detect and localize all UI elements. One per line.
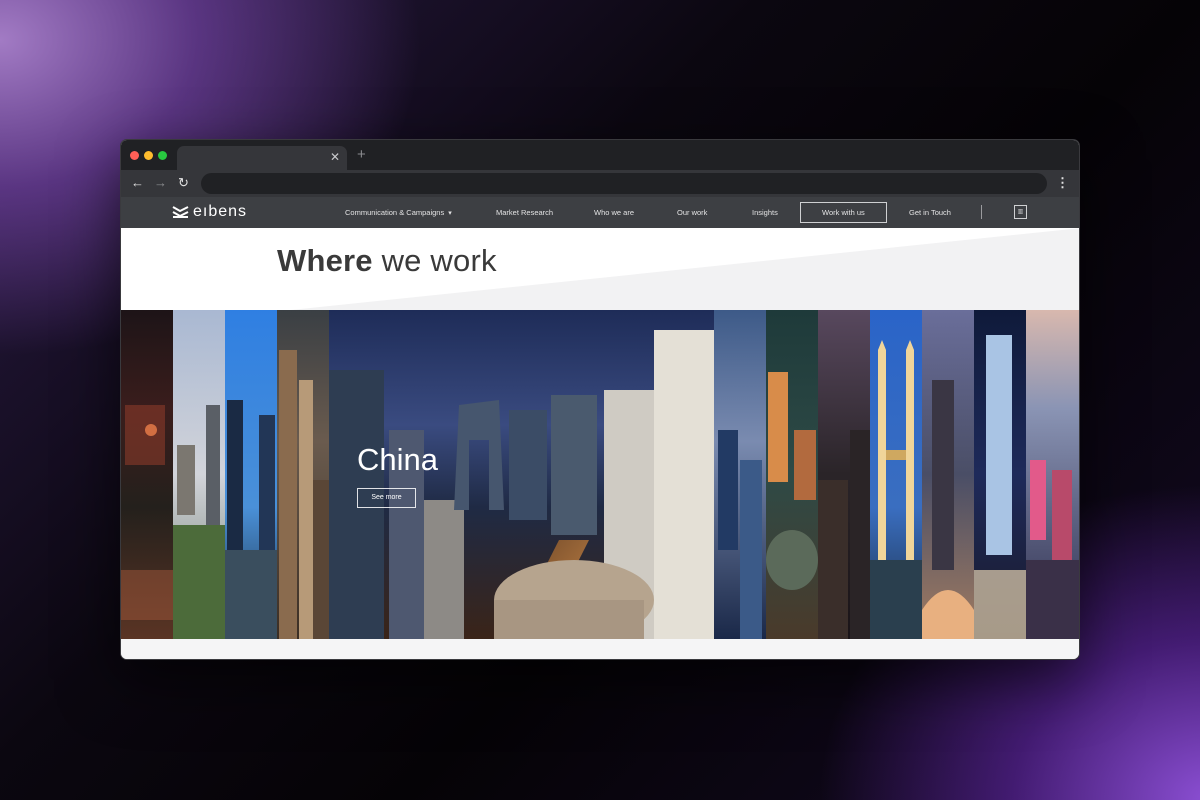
city-panel[interactable] — [173, 310, 225, 639]
cities-gallery: China See more — [121, 310, 1079, 639]
city-panel[interactable] — [1026, 310, 1079, 639]
back-arrow-icon[interactable]: ← — [131, 175, 144, 191]
address-bar[interactable] — [201, 173, 1047, 194]
featured-city-panel[interactable]: China See more — [329, 310, 714, 639]
nav-label: Communication & Campaigns — [345, 208, 445, 217]
tab-bar: ✕ + — [121, 140, 1079, 170]
browser-tab[interactable]: ✕ — [177, 146, 347, 170]
nav-communication-campaigns[interactable]: Communication & Campaigns ▾ — [345, 197, 452, 228]
forward-arrow-icon[interactable]: → — [154, 175, 167, 191]
book-icon[interactable]: ▥ — [1014, 205, 1027, 219]
site-header: eıbens Communication & Campaigns ▾ Marke… — [121, 197, 1079, 228]
site-logo[interactable]: eıbens — [172, 203, 247, 221]
nav-market-research[interactable]: Market Research — [496, 197, 553, 228]
featured-city-name: China — [357, 442, 438, 477]
nav-get-in-touch[interactable]: Get in Touch — [909, 197, 951, 228]
browser-window: ✕ + ← → ↻ ⋮ eıbens Communication & Campa… — [120, 139, 1080, 660]
city-panel[interactable] — [714, 310, 766, 639]
city-panel[interactable] — [922, 310, 974, 639]
logo-mark-icon — [172, 206, 189, 218]
close-window-button[interactable] — [130, 151, 139, 160]
page-footer-area — [121, 639, 1079, 659]
see-more-button[interactable]: See more — [357, 488, 416, 508]
maximize-window-button[interactable] — [158, 151, 167, 160]
city-panel[interactable] — [818, 310, 870, 639]
city-panel[interactable] — [225, 310, 277, 639]
minimize-window-button[interactable] — [144, 151, 153, 160]
nav-our-work[interactable]: Our work — [677, 197, 707, 228]
nav-insights[interactable]: Insights — [752, 197, 778, 228]
city-panel[interactable] — [121, 310, 173, 639]
city-panel[interactable] — [277, 310, 329, 639]
new-tab-icon[interactable]: + — [357, 147, 366, 163]
kebab-menu-icon[interactable]: ⋮ — [1056, 175, 1069, 191]
brand-name: eıbens — [193, 203, 248, 220]
page-title: Where we work — [277, 243, 497, 279]
reload-icon[interactable]: ↻ — [178, 175, 189, 191]
close-icon[interactable]: ✕ — [330, 150, 340, 164]
title-highlight-text: we work — [381, 243, 497, 278]
nav-who-we-are[interactable]: Who we are — [594, 197, 634, 228]
city-panel[interactable] — [766, 310, 818, 639]
title-plain: Where — [277, 243, 373, 278]
nav-divider — [981, 205, 982, 219]
city-panel[interactable] — [974, 310, 1026, 639]
city-panel[interactable] — [870, 310, 922, 639]
diagonal-shade — [291, 228, 1079, 310]
hero-header: Where we work — [121, 228, 1079, 310]
title-highlight: we work — [382, 243, 497, 278]
browser-toolbar: ← → ↻ ⋮ — [121, 170, 1079, 197]
chevron-down-icon: ▾ — [446, 210, 452, 217]
work-with-us-button[interactable]: Work with us — [800, 202, 887, 223]
